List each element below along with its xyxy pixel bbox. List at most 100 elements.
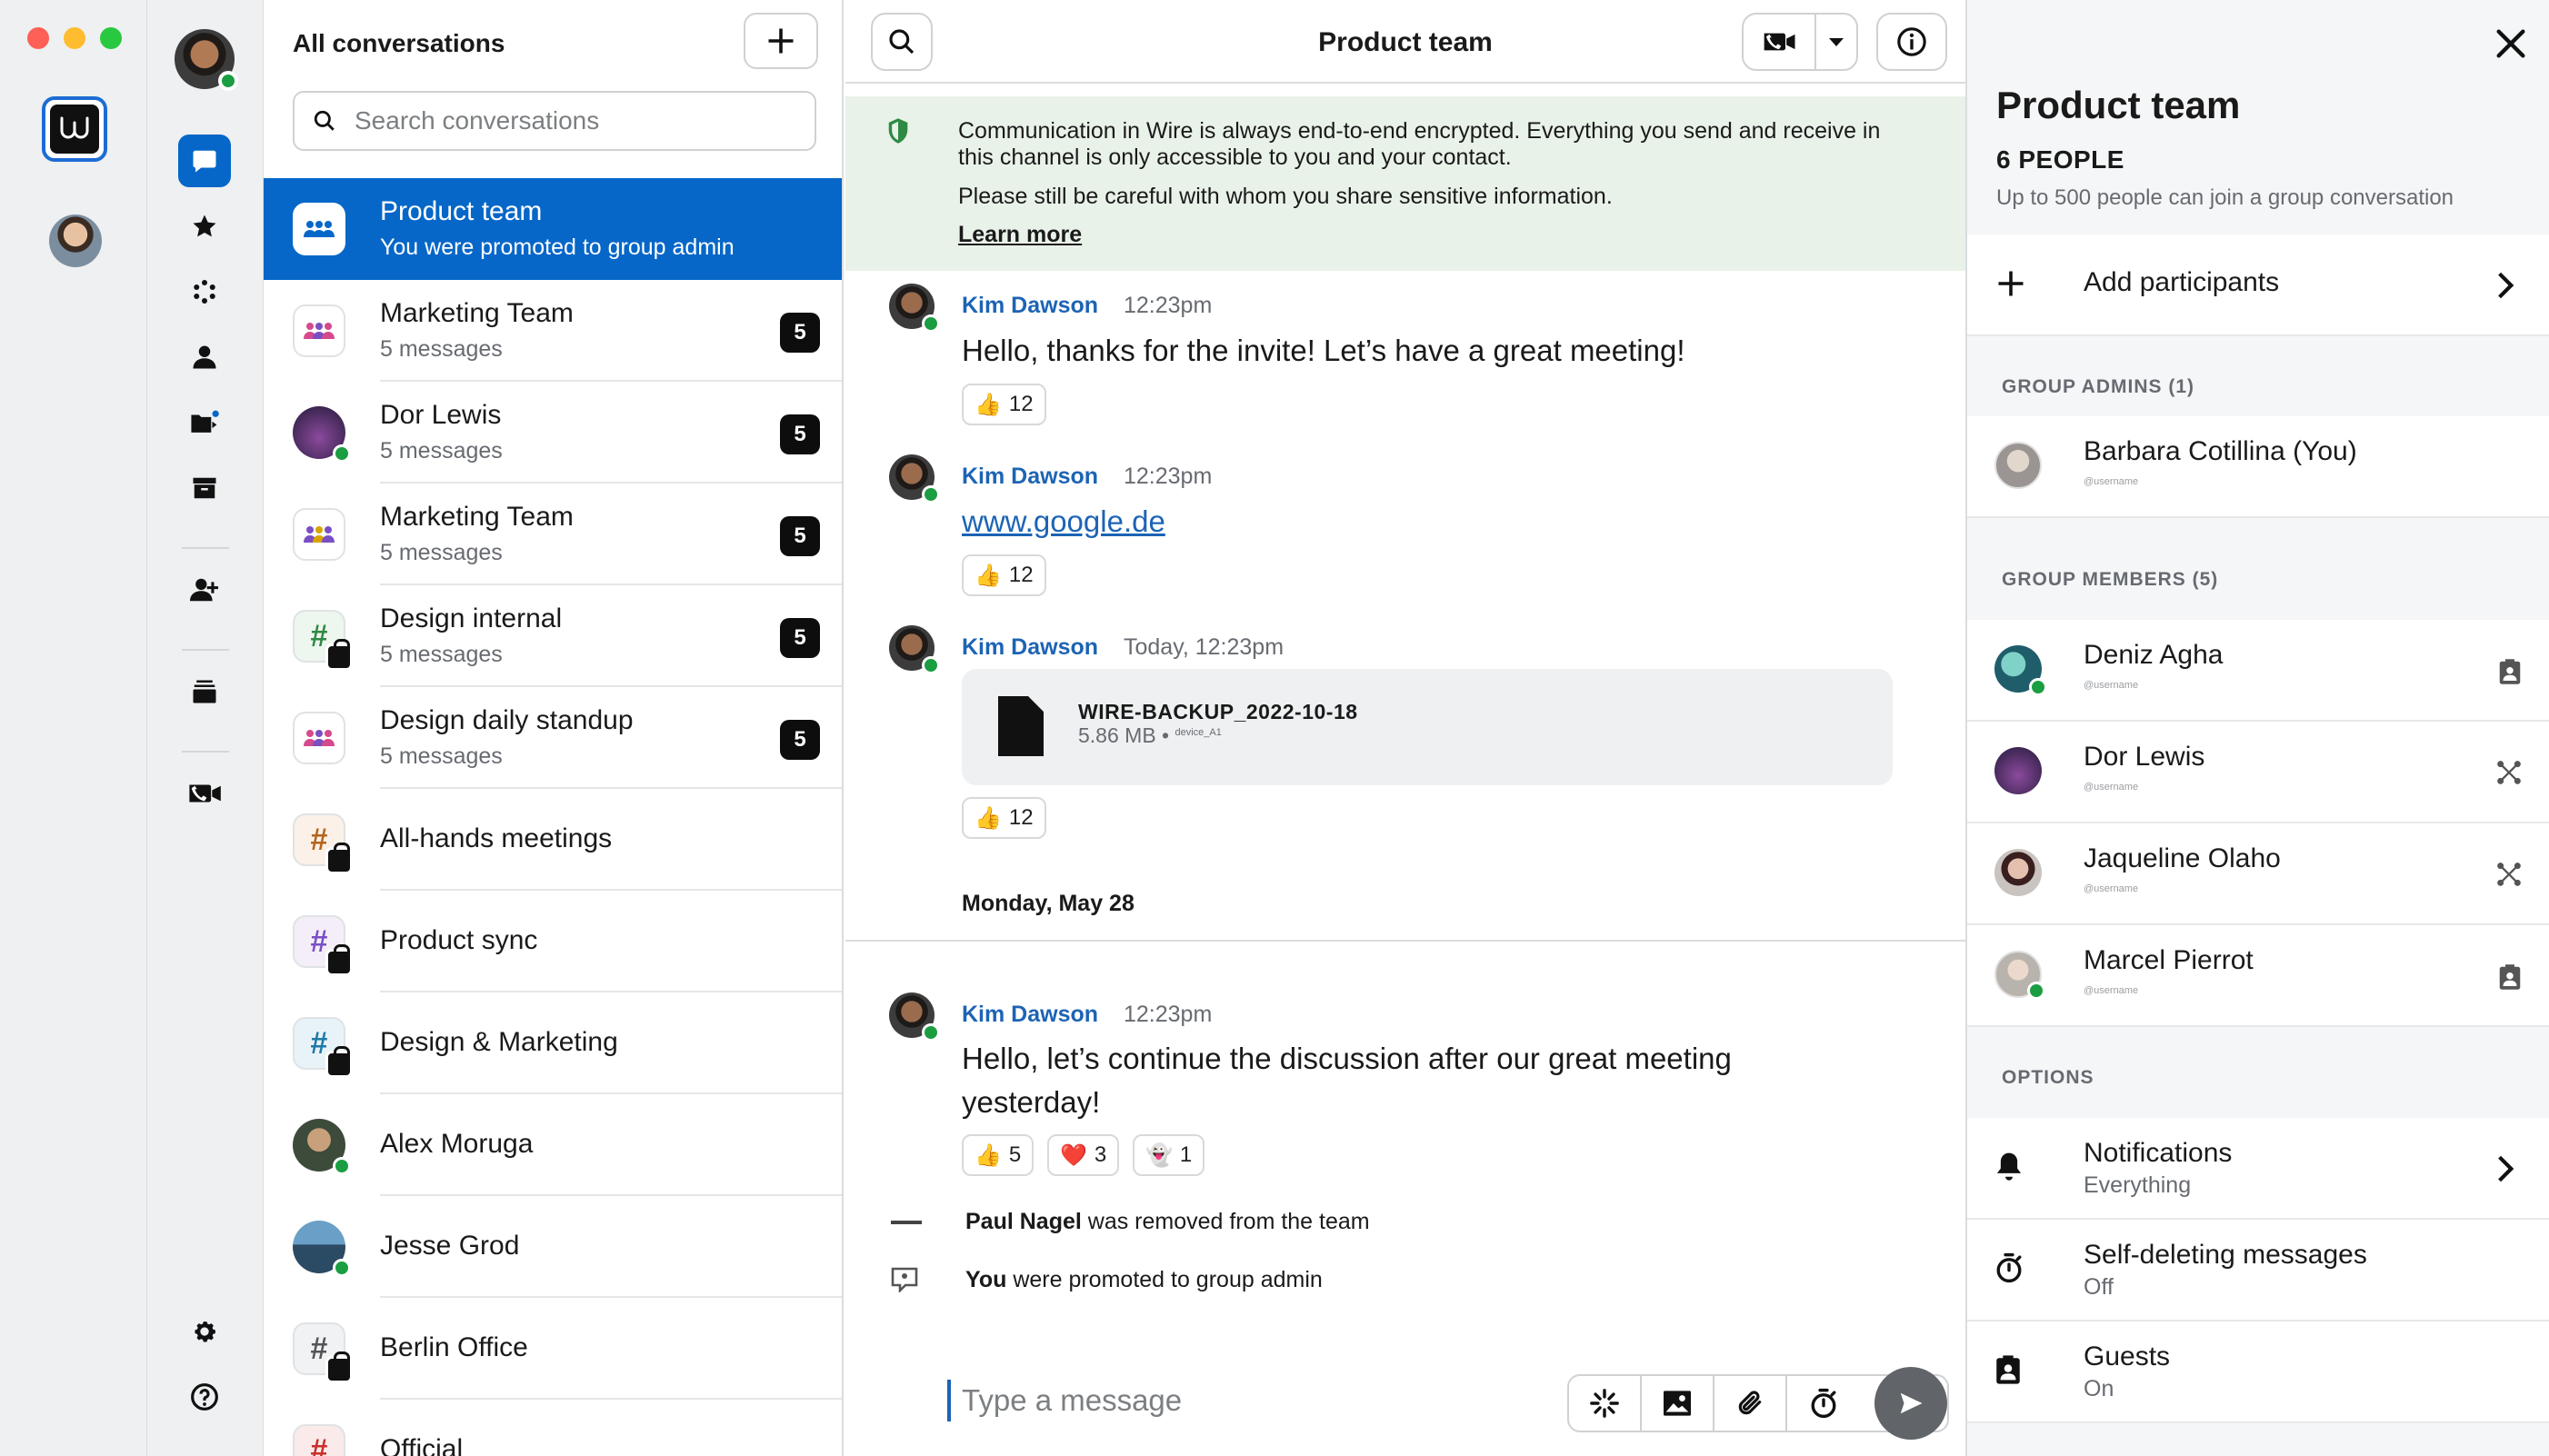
conversation-name: Dor Lewis <box>380 400 502 430</box>
conversation-item[interactable]: # Official <box>264 1400 842 1456</box>
option-value: Everything <box>2084 1172 2192 1198</box>
nav-conversations[interactable] <box>178 135 231 187</box>
text-cursor <box>947 1380 951 1421</box>
reaction-thumbs-up[interactable]: 👍 12 <box>962 384 1046 425</box>
conversation-item[interactable]: # Design & Marketing <box>264 992 842 1094</box>
lock-icon <box>325 944 353 976</box>
window-zoom-button[interactable] <box>100 27 122 49</box>
conversation-item[interactable]: Marketing Team 5 messages 5 <box>264 484 842 585</box>
group-icon <box>293 203 345 255</box>
search-conversations[interactable] <box>293 91 816 151</box>
account-avatar[interactable] <box>49 214 102 267</box>
reaction-count: 5 <box>1008 1142 1022 1167</box>
capacity-note: Up to 500 people can join a group conver… <box>1996 185 2454 210</box>
conversation-item[interactable]: Alex Moruga <box>264 1094 842 1196</box>
participant-row[interactable]: Dor Lewis @username <box>1967 722 2549 823</box>
url-link[interactable]: www.google.de <box>962 504 1165 538</box>
nav-divider <box>182 751 229 753</box>
participant-name: Jaqueline Olaho <box>2084 843 2281 873</box>
person-icon <box>193 345 216 369</box>
self-deleting-timer-button[interactable] <box>1787 1376 1860 1431</box>
nav-calls[interactable] <box>178 767 231 820</box>
self-avatar[interactable] <box>175 29 238 91</box>
window-close-button[interactable] <box>27 27 49 49</box>
nav-connect[interactable] <box>178 563 231 616</box>
window-minimize-button[interactable] <box>64 27 85 49</box>
nav-collections[interactable] <box>178 665 231 718</box>
message-sender[interactable]: Kim Dawson <box>962 634 1098 661</box>
nav-people[interactable] <box>178 331 231 384</box>
shield-icon <box>888 118 908 144</box>
send-image-button[interactable] <box>1642 1376 1714 1431</box>
ping-button[interactable] <box>1569 1376 1642 1431</box>
option-self-deleting[interactable]: Self-deleting messages Off <box>1967 1220 2549 1321</box>
reaction-count: 12 <box>1008 563 1034 587</box>
message-input[interactable] <box>962 1378 1489 1423</box>
sender-avatar[interactable] <box>889 284 940 333</box>
option-notifications[interactable]: Notifications Everything <box>1967 1118 2549 1220</box>
new-conversation-button[interactable] <box>744 13 818 69</box>
nav-settings[interactable] <box>178 1305 231 1358</box>
learn-more-link[interactable]: Learn more <box>958 222 1082 248</box>
unread-badge: 5 <box>780 618 820 658</box>
reaction-ghost[interactable]: 👻 1 <box>1133 1134 1205 1176</box>
system-text: were promoted to group admin <box>1006 1267 1323 1292</box>
participant-row[interactable]: Jaqueline Olaho @username <box>1967 823 2549 925</box>
conversation-item[interactable]: Jesse Grod <box>264 1196 842 1298</box>
system-message-removed: Paul Nagel was removed from the team <box>965 1209 1370 1235</box>
online-indicator <box>333 1259 351 1277</box>
gear-icon <box>195 1321 215 1342</box>
thumbs-up-icon: 👍 <box>975 563 1002 588</box>
reaction-heart[interactable]: ❤️ 3 <box>1047 1134 1120 1176</box>
message-sender[interactable]: Kim Dawson <box>962 1002 1098 1028</box>
file-device: device_A1 <box>1175 727 1222 738</box>
conversation-item[interactable]: # All-hands meetings <box>264 789 842 891</box>
team-switcher-wire[interactable] <box>42 96 107 162</box>
close-icon[interactable] <box>2493 25 2529 62</box>
option-guests[interactable]: Guests On <box>1967 1321 2549 1423</box>
sender-avatar[interactable] <box>889 454 940 504</box>
groups-dots-icon <box>194 280 215 304</box>
conversation-item[interactable]: # Product sync <box>264 891 842 992</box>
add-participants-button[interactable]: Add participants <box>1967 234 2549 336</box>
nav-folders[interactable] <box>178 396 231 449</box>
message-time: 12:23pm <box>1124 1002 1213 1027</box>
reaction-thumbs-up[interactable]: 👍 5 <box>962 1134 1035 1176</box>
reaction-thumbs-up[interactable]: 👍 12 <box>962 554 1046 596</box>
message-sender[interactable]: Kim Dawson <box>962 464 1098 490</box>
file-attachment[interactable]: WIRE-BACKUP_2022-10-18 5.86 MB • device_… <box>962 669 1893 785</box>
send-button[interactable] <box>1874 1367 1947 1440</box>
info-icon <box>1897 27 1926 56</box>
participant-row[interactable]: Marcel Pierrot @username <box>1967 925 2549 1027</box>
conversation-item[interactable]: Dor Lewis 5 messages 5 <box>264 382 842 484</box>
conversation-details-button[interactable] <box>1876 13 1947 71</box>
conversation-item[interactable]: # Berlin Office <box>264 1298 842 1400</box>
conversation-name: All-hands meetings <box>380 823 613 853</box>
message-sender[interactable]: Kim Dawson <box>962 293 1098 319</box>
nav-favorites[interactable] <box>178 200 231 253</box>
admin-promoted-icon <box>891 1267 918 1292</box>
conversation-item[interactable]: Marketing Team 5 messages 5 <box>264 280 842 382</box>
participant-row[interactable]: Barbara Cotillina (You) @username <box>1967 416 2549 518</box>
options-header: OPTIONS <box>2002 1067 2094 1088</box>
reaction-thumbs-up[interactable]: 👍 12 <box>962 797 1046 839</box>
participant-username: @username <box>2084 782 2139 793</box>
guest-badge-icon <box>2499 964 2521 990</box>
attach-file-button[interactable] <box>1714 1376 1787 1431</box>
reaction-count: 12 <box>1008 805 1034 830</box>
sender-avatar[interactable] <box>889 992 940 1042</box>
conversation-item[interactable]: Product team You were promoted to group … <box>264 178 842 280</box>
plus-icon <box>1998 271 2024 296</box>
search-input[interactable] <box>355 106 791 135</box>
sender-avatar[interactable] <box>889 625 940 674</box>
start-call-button[interactable] <box>1744 15 1816 69</box>
nav-help[interactable] <box>178 1371 231 1423</box>
avatar <box>293 406 351 463</box>
nav-divider <box>182 547 229 549</box>
nav-archive[interactable] <box>178 462 231 514</box>
call-options-dropdown[interactable] <box>1816 15 1856 69</box>
participant-row[interactable]: Deniz Agha @username <box>1967 620 2549 722</box>
nav-groups[interactable] <box>178 265 231 318</box>
conversation-item[interactable]: Design daily standup 5 messages 5 <box>264 687 842 789</box>
conversation-item[interactable]: # Design internal 5 messages 5 <box>264 585 842 687</box>
